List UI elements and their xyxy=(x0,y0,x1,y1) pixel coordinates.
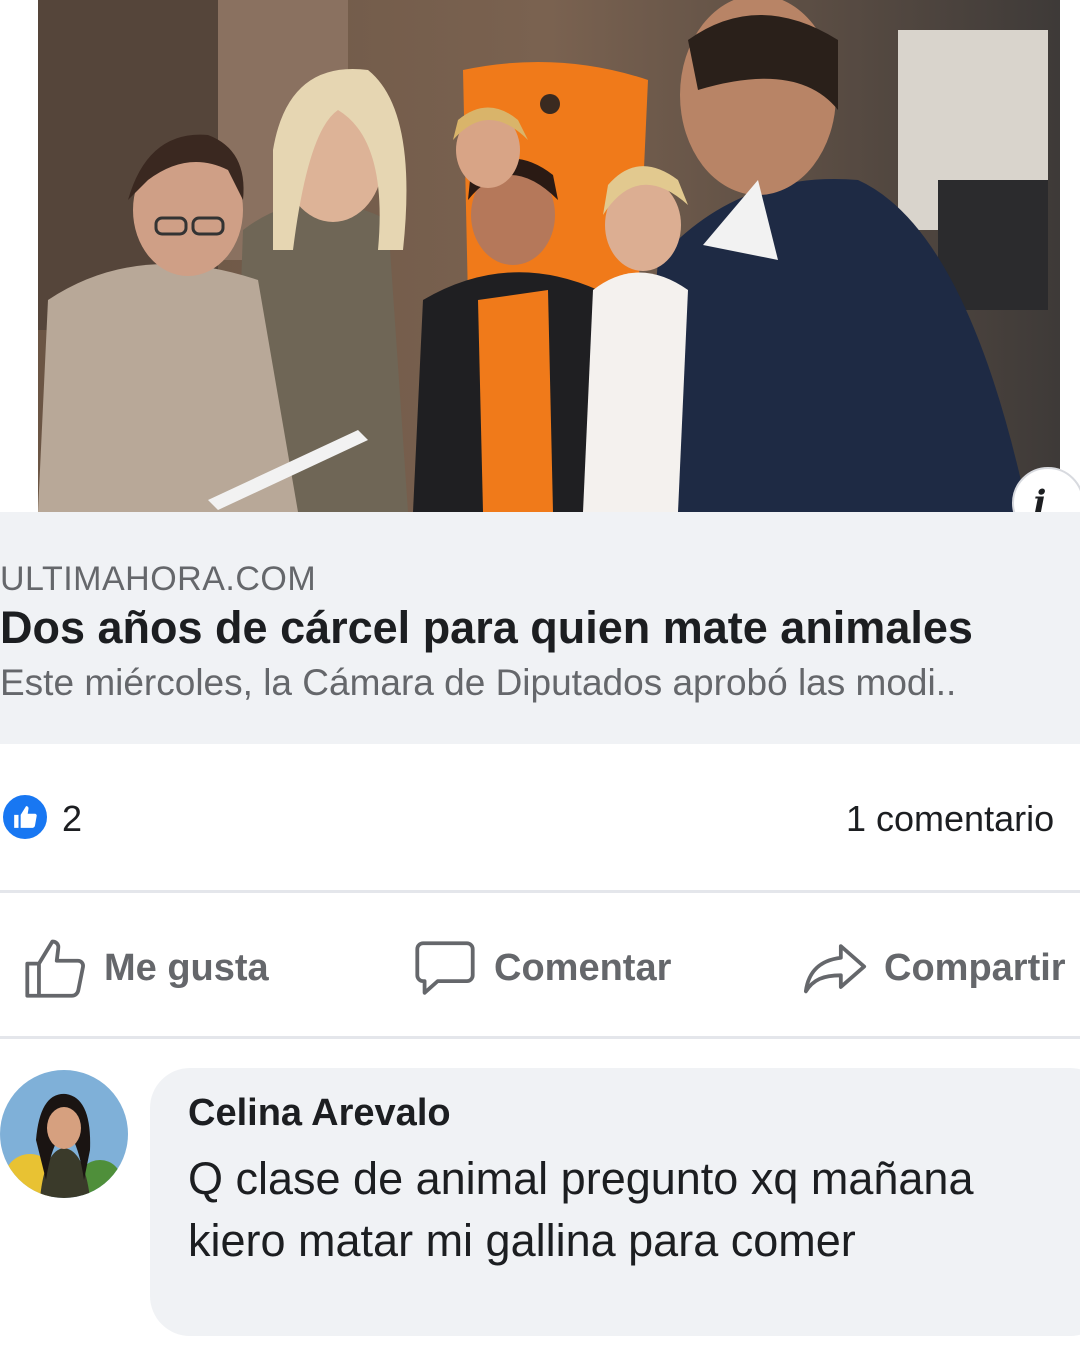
avatar[interactable] xyxy=(0,1070,128,1198)
divider xyxy=(0,1036,1080,1039)
like-button[interactable]: Me gusta xyxy=(20,930,269,1006)
link-description: Este miércoles, la Cámara de Diputados a… xyxy=(0,662,957,703)
reaction-count[interactable]: 2 xyxy=(62,798,82,840)
link-domain: ULTIMAHORA.COM xyxy=(0,560,317,598)
divider xyxy=(0,890,1080,893)
comment-bubble: Celina Arevalo Q clase de animal pregunt… xyxy=(150,1068,1080,1336)
profile-photo xyxy=(0,1070,128,1198)
link-preview[interactable]: ULTIMAHORA.COM Dos años de cárcel para q… xyxy=(0,512,1080,744)
like-label: Me gusta xyxy=(104,946,269,989)
news-photo xyxy=(38,0,1060,512)
comment-button[interactable]: Comentar xyxy=(410,930,671,1006)
share-button[interactable]: Compartir xyxy=(800,930,1066,1006)
thumbs-up-icon[interactable] xyxy=(0,792,50,842)
reactions-summary: 2 1 comentario xyxy=(0,790,1080,854)
comment-label: Comentar xyxy=(494,946,672,989)
link-title[interactable]: Dos años de cárcel para quien mate anima… xyxy=(0,602,973,654)
comment-author[interactable]: Celina Arevalo xyxy=(188,1092,451,1135)
comment-count[interactable]: 1 comentario xyxy=(846,798,1054,840)
comment-bubble-icon xyxy=(415,941,475,995)
share-label: Compartir xyxy=(884,946,1066,989)
thumbs-up-outline-icon xyxy=(25,939,85,998)
comment-text: Q clase de animal pregunto xq mañana kie… xyxy=(188,1153,974,1266)
share-arrow-icon xyxy=(803,944,867,994)
link-preview-image[interactable] xyxy=(38,0,1060,512)
